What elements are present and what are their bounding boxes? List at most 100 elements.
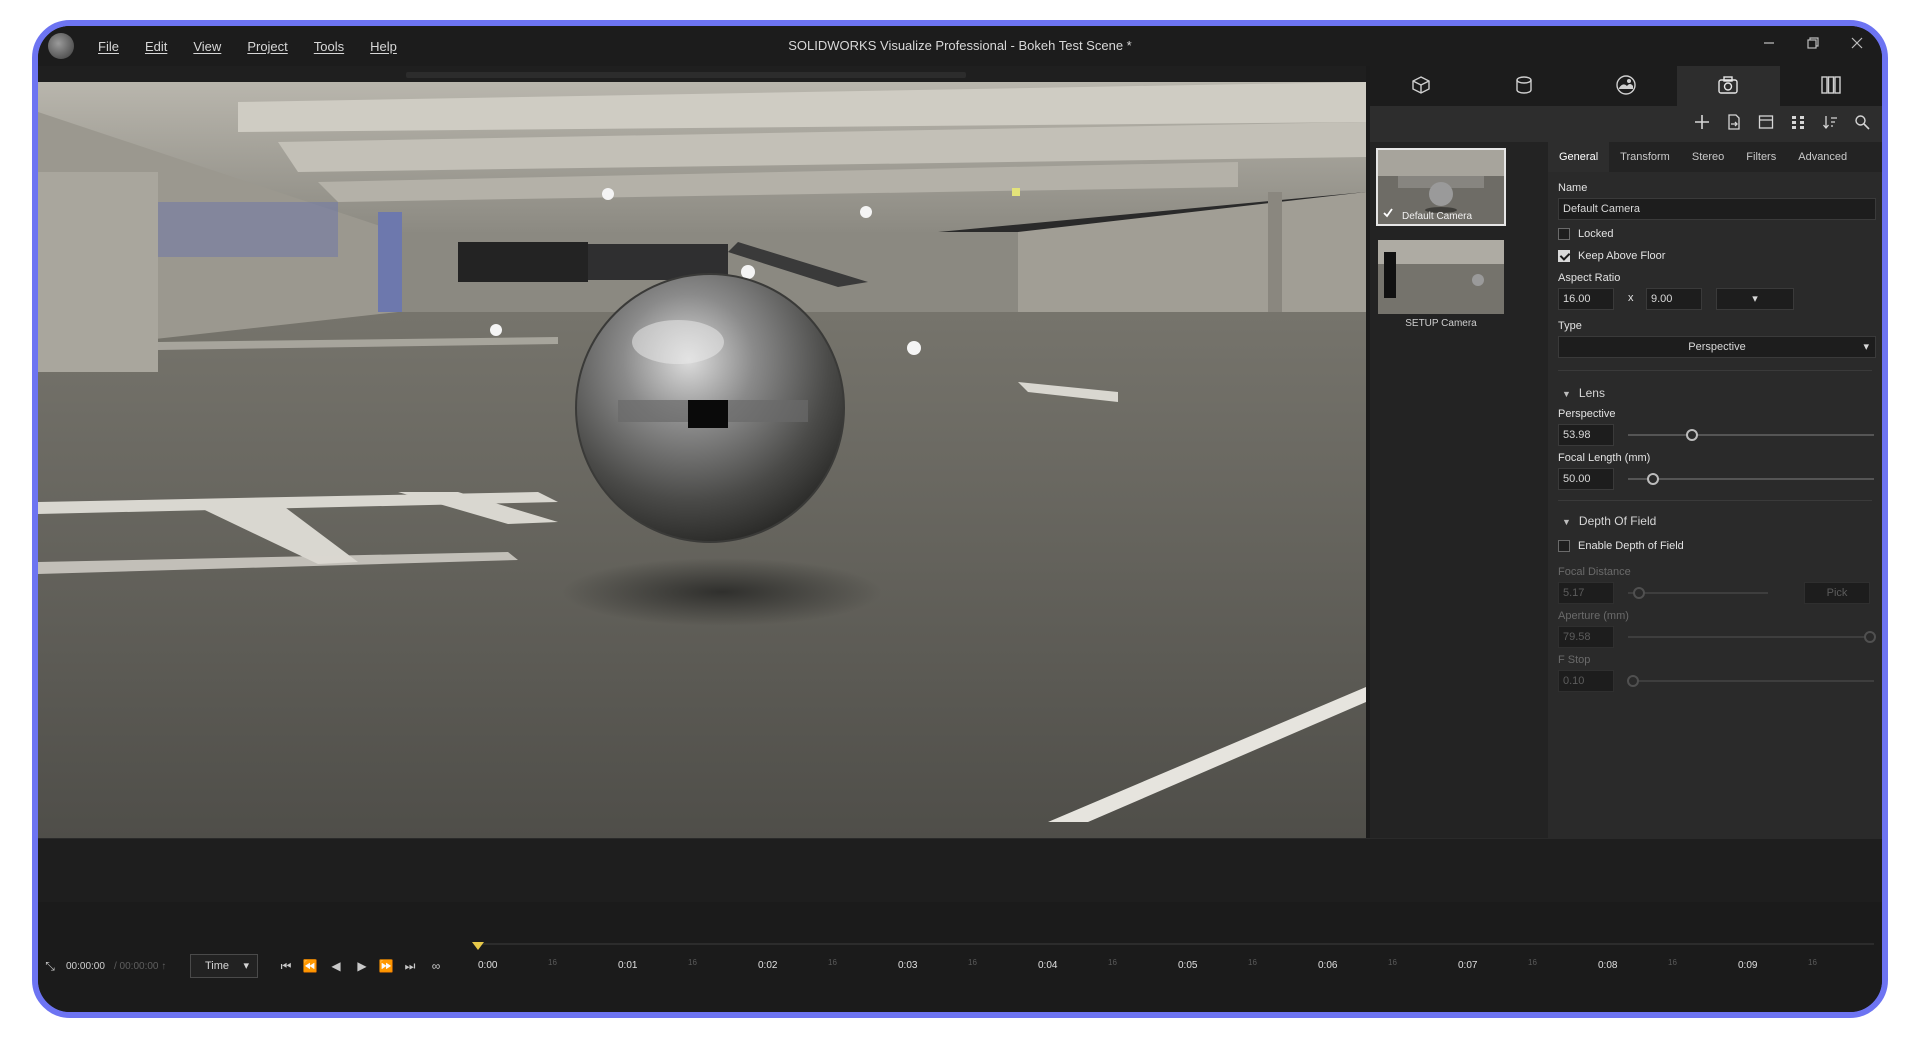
- title-bar: File Edit View Project Tools Help SOLIDW…: [38, 26, 1882, 66]
- timeline-minor-tick-label: 16: [1528, 958, 1537, 967]
- tab-models[interactable]: [1370, 66, 1472, 106]
- loop-icon[interactable]: ∞: [428, 958, 444, 974]
- sort-icon[interactable]: [1820, 112, 1840, 132]
- skip-start-icon[interactable]: ⏮: [278, 958, 294, 974]
- playhead-marker[interactable]: [472, 942, 484, 950]
- focal-length-slider[interactable]: [1628, 473, 1874, 485]
- next-keyframe-icon[interactable]: ⏩: [378, 958, 394, 974]
- camera-name-field[interactable]: Default Camera: [1558, 198, 1876, 220]
- camera-card-setup[interactable]: SETUP Camera: [1376, 238, 1506, 329]
- menu-help[interactable]: Help: [370, 39, 397, 54]
- play-reverse-icon[interactable]: ◀: [328, 958, 344, 974]
- scenes-environment-icon: [1615, 74, 1637, 99]
- lens-section-header[interactable]: ▼ Lens: [1562, 386, 1605, 400]
- parking-garage-scene[interactable]: [38, 82, 1366, 838]
- menu-view[interactable]: View: [193, 39, 221, 54]
- timeline-ruler[interactable]: 0:00 16 0:01 16 0:02 16 0:03 16 0:04 16 0:05 16 0:06…: [478, 952, 1882, 982]
- camera-toolbar: [1692, 112, 1872, 132]
- collapse-caret-icon: ▼: [1562, 389, 1571, 399]
- timeline-tick-label: 0:00: [478, 960, 498, 971]
- dof-section-header[interactable]: ▼ Depth Of Field: [1562, 514, 1656, 528]
- section-divider: [1558, 370, 1872, 371]
- focal-length-field[interactable]: 50.00: [1558, 468, 1614, 490]
- menu-edit[interactable]: Edit: [145, 39, 167, 54]
- palette-panel: Default Camera SETUP Camera General Tran…: [1370, 66, 1882, 838]
- menu-project[interactable]: Project: [247, 39, 287, 54]
- solidworks-visualize-logo-icon[interactable]: [48, 33, 74, 59]
- tab-advanced[interactable]: Advanced: [1787, 142, 1858, 172]
- timeline-track-area[interactable]: [38, 838, 1882, 902]
- tab-general[interactable]: General: [1548, 142, 1610, 172]
- timeline-minor-tick-label: 16: [688, 958, 697, 967]
- locked-checkbox[interactable]: [1558, 228, 1570, 240]
- timeline-tick-label: 0:07: [1458, 960, 1478, 971]
- time-mode-value: Time: [205, 960, 230, 972]
- import-icon[interactable]: [1724, 112, 1744, 132]
- render-viewport[interactable]: [38, 66, 1366, 838]
- collapse-caret-icon: ▼: [1562, 517, 1571, 527]
- pick-button[interactable]: Pick: [1804, 582, 1870, 604]
- fstop-field[interactable]: 0.10: [1558, 670, 1614, 692]
- aspect-height-field[interactable]: 9.00: [1646, 288, 1702, 310]
- perspective-field[interactable]: 53.98: [1558, 424, 1614, 446]
- tab-scenes[interactable]: [1575, 66, 1677, 106]
- slider-thumb[interactable]: [1626, 675, 1639, 687]
- timeline-expand-icon[interactable]: ⤡: [42, 958, 58, 974]
- dof-header-text: Depth Of Field: [1578, 514, 1657, 528]
- tab-libraries[interactable]: [1780, 66, 1882, 106]
- slider-thumb[interactable]: [1864, 631, 1876, 643]
- camera-type-value: Perspective: [1688, 341, 1746, 353]
- restore-icon[interactable]: [1802, 32, 1824, 54]
- camera-card-default[interactable]: Default Camera: [1376, 148, 1506, 226]
- tab-filters[interactable]: Filters: [1735, 142, 1787, 172]
- aspect-preset-dropdown[interactable]: ▾: [1716, 288, 1794, 310]
- close-icon[interactable]: [1846, 32, 1868, 54]
- aperture-label: Aperture (mm): [1558, 610, 1629, 622]
- libraries-icon: [1820, 75, 1842, 98]
- play-icon[interactable]: ▶: [354, 958, 370, 974]
- tab-transform[interactable]: Transform: [1609, 142, 1681, 172]
- appearances-icon: [1514, 75, 1534, 98]
- aspect-ratio-label: Aspect Ratio: [1558, 272, 1621, 284]
- timeline-ruler-track[interactable]: [478, 943, 1874, 945]
- grid-view-icon[interactable]: [1788, 112, 1808, 132]
- current-time: 00:00:00: [66, 961, 105, 972]
- timeline-minor-tick-label: 16: [548, 958, 557, 967]
- tab-appearances[interactable]: [1472, 66, 1574, 106]
- section-divider: [1558, 500, 1872, 501]
- add-icon[interactable]: [1692, 112, 1712, 132]
- focal-length-label: Focal Length (mm): [1558, 452, 1651, 464]
- window-controls: [1758, 32, 1868, 54]
- slider-thumb[interactable]: [1685, 429, 1698, 441]
- enable-dof-checkbox[interactable]: [1558, 540, 1570, 552]
- time-mode-select[interactable]: Time ▾: [190, 954, 258, 978]
- aperture-field[interactable]: 79.58: [1558, 626, 1614, 648]
- search-icon[interactable]: [1852, 112, 1872, 132]
- menu-file[interactable]: File: [98, 39, 119, 54]
- focal-distance-field[interactable]: 5.17: [1558, 582, 1614, 604]
- keep-above-floor-checkbox[interactable]: [1558, 250, 1570, 262]
- minimize-icon[interactable]: [1758, 32, 1780, 54]
- skip-end-icon[interactable]: ⏭: [402, 958, 418, 974]
- focal-distance-slider[interactable]: [1628, 587, 1768, 599]
- timeline-tick-label: 0:02: [758, 960, 778, 971]
- slider-thumb[interactable]: [1633, 587, 1646, 599]
- menu-bar: File Edit View Project Tools Help: [98, 26, 397, 66]
- tab-stereo[interactable]: Stereo: [1681, 142, 1735, 172]
- prev-keyframe-icon[interactable]: ⏪: [302, 958, 318, 974]
- perspective-slider[interactable]: [1628, 429, 1874, 441]
- timeline-tick-label: 0:05: [1178, 960, 1198, 971]
- enable-dof-label: Enable Depth of Field: [1578, 540, 1684, 552]
- aspect-width-field[interactable]: 16.00: [1558, 288, 1614, 310]
- fstop-slider[interactable]: [1626, 675, 1874, 687]
- layout-icon[interactable]: [1756, 112, 1776, 132]
- cameras-icon: [1717, 75, 1739, 98]
- timeline-minor-tick-label: 16: [828, 958, 837, 967]
- menu-tools[interactable]: Tools: [314, 39, 344, 54]
- slider-thumb[interactable]: [1646, 473, 1659, 485]
- camera-type-select[interactable]: Perspective ▾: [1558, 336, 1876, 358]
- camera-properties: General Transform Stereo Filters Advance…: [1548, 142, 1882, 838]
- locked-label: Locked: [1578, 228, 1614, 240]
- aperture-slider[interactable]: [1628, 631, 1876, 643]
- tab-cameras[interactable]: [1677, 66, 1780, 106]
